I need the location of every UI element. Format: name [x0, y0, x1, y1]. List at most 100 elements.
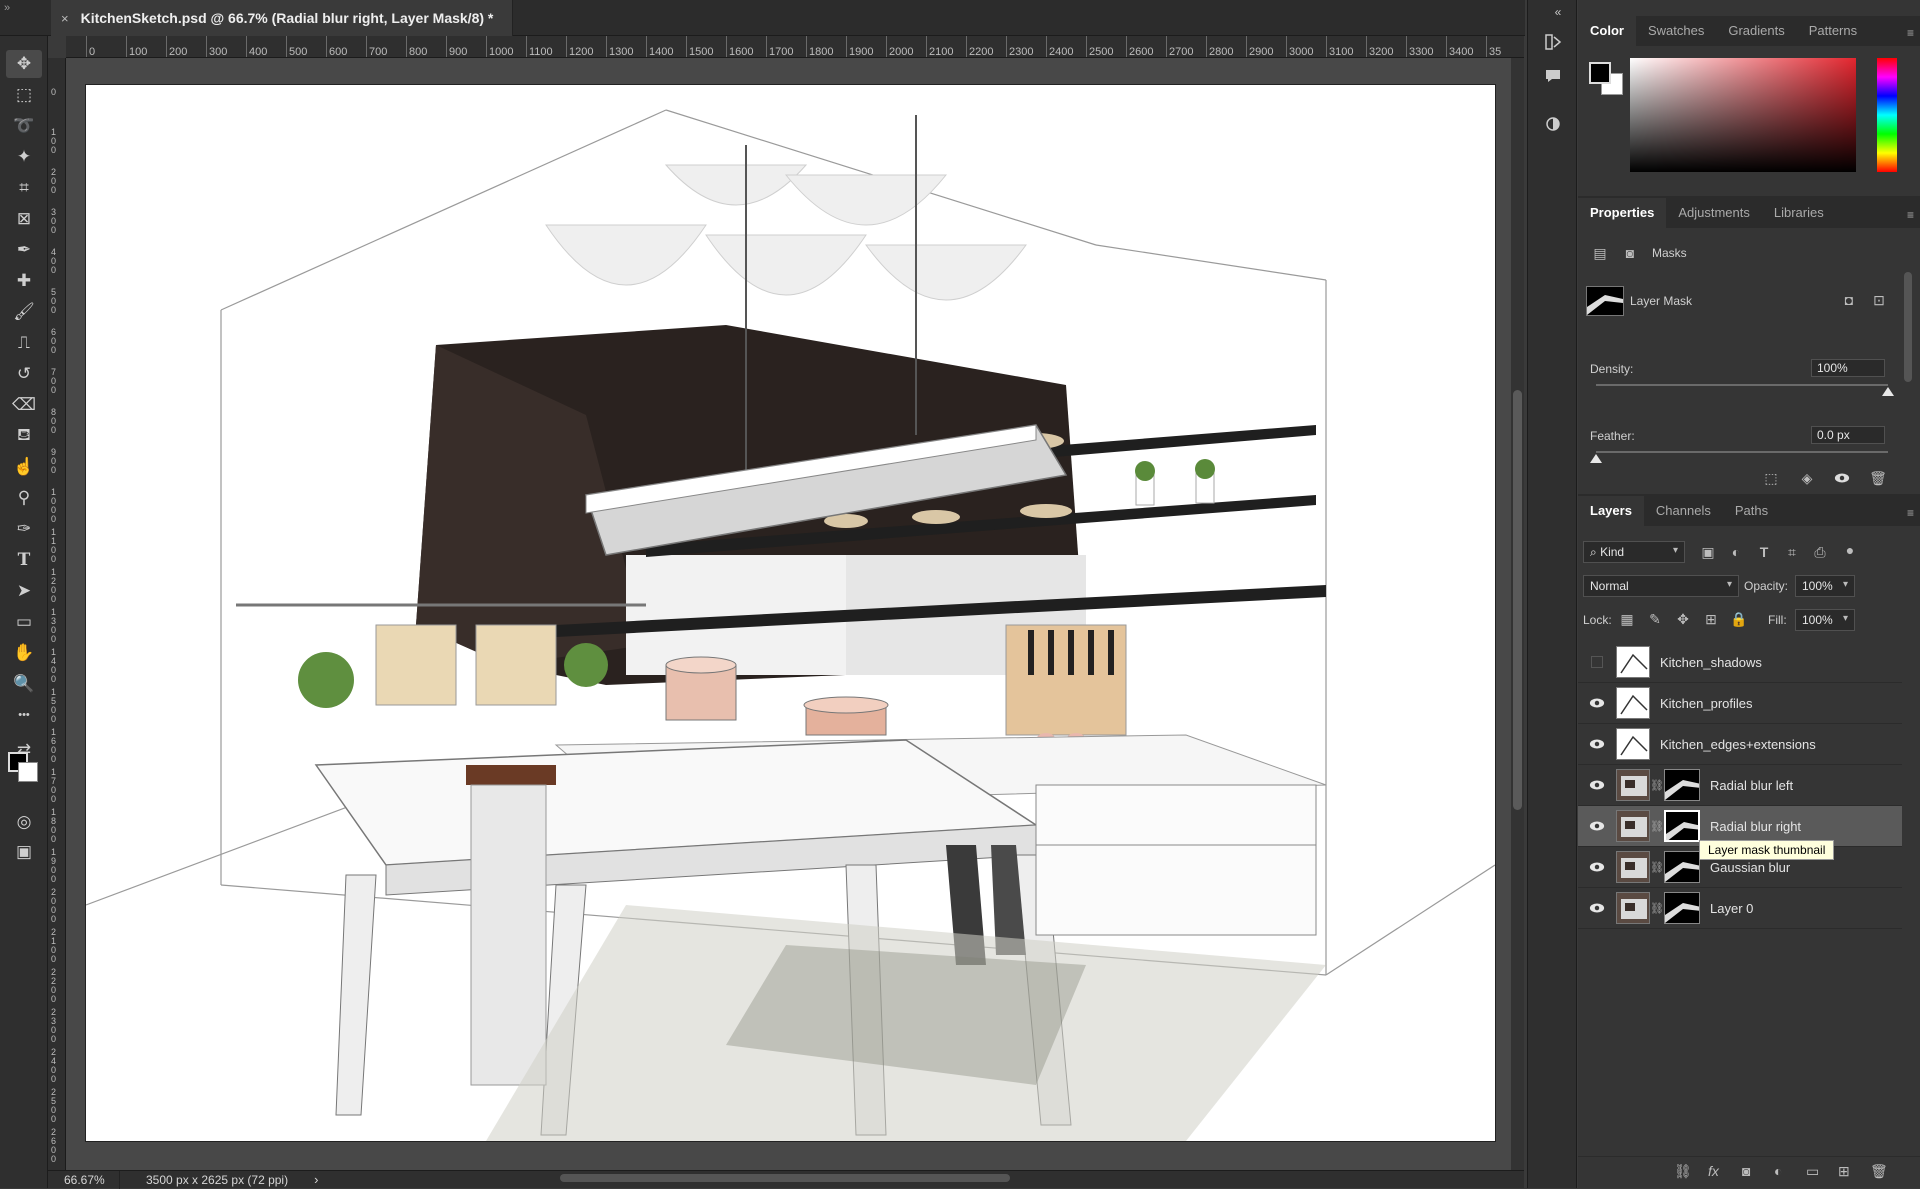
- layers-panel-menu-icon[interactable]: ≡: [1907, 506, 1914, 520]
- vector-mask-icon[interactable]: ◙: [1620, 243, 1640, 263]
- delete-mask-icon[interactable]: 🗑: [1868, 468, 1888, 488]
- opacity-field[interactable]: 100% ▾: [1795, 575, 1855, 597]
- new-adjustment-icon[interactable]: ◐: [1774, 1163, 1782, 1179]
- mask-link-icon[interactable]: ⛓: [1650, 902, 1664, 915]
- close-tab-icon[interactable]: ×: [61, 11, 69, 26]
- pixel-mask-icon[interactable]: ▤: [1590, 243, 1610, 263]
- density-slider-track[interactable]: [1596, 384, 1888, 386]
- select-mask-icon[interactable]: ◘: [1839, 290, 1859, 310]
- horizontal-scroll-thumb[interactable]: [560, 1174, 1010, 1182]
- layer-row[interactable]: Kitchen_shadows: [1578, 642, 1902, 683]
- mask-link-icon[interactable]: ⛓: [1650, 820, 1664, 833]
- blend-mode-dropdown[interactable]: Normal ▾: [1583, 575, 1739, 597]
- layer-mask-thumbnail[interactable]: [1664, 892, 1700, 924]
- background-color-swatch[interactable]: [18, 762, 38, 782]
- smudge-icon[interactable]: ☝: [6, 453, 42, 481]
- layer-mask-thumbnail[interactable]: [1664, 810, 1700, 842]
- zoom-icon[interactable]: 🔍: [6, 670, 42, 698]
- pen-icon[interactable]: ✑: [6, 515, 42, 543]
- layer-filter-dropdown[interactable]: ⌕ Kind ▾: [1583, 541, 1685, 563]
- tab-libraries[interactable]: Libraries: [1762, 198, 1836, 228]
- hand-icon[interactable]: ✋: [6, 639, 42, 667]
- move-icon[interactable]: ✥: [6, 50, 42, 78]
- visibility-toggle[interactable]: [1578, 736, 1616, 752]
- apply-mask-icon[interactable]: ⊡: [1869, 290, 1889, 310]
- layer-thumbnail[interactable]: [1616, 769, 1650, 801]
- tab-paths[interactable]: Paths: [1723, 496, 1780, 526]
- visibility-toggle[interactable]: [1578, 695, 1616, 711]
- layer-thumbnail[interactable]: [1616, 687, 1650, 719]
- layer-mask-thumbnail[interactable]: [1664, 769, 1700, 801]
- frame-icon[interactable]: ⊠: [6, 205, 42, 233]
- layer-thumbnail[interactable]: [1616, 851, 1650, 883]
- adjustments-shortcut-icon[interactable]: [1541, 112, 1565, 136]
- layer-row[interactable]: ⛓ Radial blur left: [1578, 765, 1902, 806]
- lock-artboard-icon[interactable]: ⊞: [1701, 609, 1721, 629]
- layer-thumbnail[interactable]: [1616, 810, 1650, 842]
- properties-scrollbar[interactable]: [1904, 272, 1912, 382]
- filter-toggle-icon[interactable]: ●: [1840, 540, 1860, 560]
- hue-slider[interactable]: [1877, 58, 1897, 172]
- brush-icon[interactable]: 🖌: [6, 298, 42, 326]
- feather-slider-track[interactable]: [1596, 451, 1888, 453]
- visibility-toggle[interactable]: [1578, 818, 1616, 834]
- filter-adjustment-icon[interactable]: ◐: [1726, 542, 1746, 562]
- properties-panel-menu-icon[interactable]: ≡: [1907, 208, 1914, 222]
- history-icon[interactable]: [1541, 30, 1565, 54]
- path-selection-icon[interactable]: ➤: [6, 577, 42, 605]
- visibility-toggle[interactable]: [1578, 777, 1616, 793]
- crop-icon[interactable]: ⌗: [6, 174, 42, 202]
- feather-field[interactable]: 0.0 px: [1811, 426, 1885, 444]
- add-mask-icon[interactable]: ◙: [1742, 1163, 1750, 1179]
- tab-color[interactable]: Color: [1578, 16, 1636, 46]
- zoom-level[interactable]: 66.67%: [48, 1170, 120, 1189]
- paint-bucket-icon[interactable]: ⛾: [6, 422, 42, 450]
- layer-thumbnail[interactable]: [1616, 728, 1650, 760]
- lock-image-icon[interactable]: ✎: [1645, 609, 1665, 629]
- more-tools-icon[interactable]: •••: [6, 701, 42, 729]
- visibility-toggle[interactable]: [1578, 656, 1616, 668]
- layer-row[interactable]: Kitchen_profiles: [1578, 683, 1902, 724]
- visibility-toggle[interactable]: [1578, 859, 1616, 875]
- document-tab[interactable]: × KitchenSketch.psd @ 66.7% (Radial blur…: [51, 0, 513, 36]
- vertical-scroll-thumb[interactable]: [1513, 390, 1522, 810]
- layer-row[interactable]: Kitchen_edges+extensions: [1578, 724, 1902, 765]
- feather-slider-knob[interactable]: [1590, 454, 1602, 463]
- layer-style-icon[interactable]: fx: [1708, 1163, 1719, 1179]
- clone-stamp-icon[interactable]: ⎍: [6, 329, 42, 357]
- tab-layers[interactable]: Layers: [1578, 496, 1644, 526]
- new-layer-icon[interactable]: ⊞: [1838, 1163, 1850, 1180]
- healing-brush-icon[interactable]: ✚: [6, 267, 42, 295]
- color-foreground-swatch[interactable]: [1589, 62, 1611, 84]
- marquee-icon[interactable]: ⬚: [6, 81, 42, 109]
- type-icon[interactable]: T: [6, 546, 42, 574]
- lock-transparent-icon[interactable]: ▦: [1617, 609, 1637, 629]
- link-layers-icon[interactable]: ⛓: [1674, 1163, 1692, 1180]
- magic-wand-icon[interactable]: ✦: [6, 143, 42, 171]
- tab-swatches[interactable]: Swatches: [1636, 16, 1716, 46]
- filter-smart-object-icon[interactable]: ⎙: [1810, 542, 1830, 562]
- screen-mode-icon[interactable]: ▣: [6, 838, 42, 866]
- eraser-icon[interactable]: ⌫: [6, 391, 42, 419]
- quick-mask-icon[interactable]: ◎: [6, 808, 42, 836]
- delete-layer-icon[interactable]: 🗑: [1870, 1163, 1888, 1180]
- lock-all-icon[interactable]: 🔒: [1729, 609, 1749, 629]
- filter-shape-icon[interactable]: ⌗: [1782, 542, 1802, 562]
- eyedropper-icon[interactable]: ✒: [6, 236, 42, 264]
- document-canvas[interactable]: [86, 85, 1495, 1141]
- filter-type-icon[interactable]: T: [1754, 542, 1774, 562]
- dodge-icon[interactable]: ⚲: [6, 484, 42, 512]
- visibility-toggle[interactable]: [1578, 900, 1616, 916]
- color-picker-field[interactable]: [1630, 58, 1856, 172]
- rectangle-icon[interactable]: ▭: [6, 608, 42, 636]
- apply-mask-footer-icon[interactable]: ◈: [1797, 468, 1817, 488]
- status-menu-arrow[interactable]: ›: [314, 1172, 318, 1187]
- filter-pixel-icon[interactable]: ▣: [1698, 542, 1718, 562]
- tab-patterns[interactable]: Patterns: [1797, 16, 1869, 46]
- lasso-icon[interactable]: ➰: [6, 112, 42, 140]
- comments-icon[interactable]: [1541, 64, 1565, 88]
- tab-channels[interactable]: Channels: [1644, 496, 1723, 526]
- load-selection-icon[interactable]: ⬚: [1761, 468, 1781, 488]
- collapse-panels-icon[interactable]: »: [4, 2, 10, 14]
- new-group-icon[interactable]: ▭: [1806, 1163, 1819, 1180]
